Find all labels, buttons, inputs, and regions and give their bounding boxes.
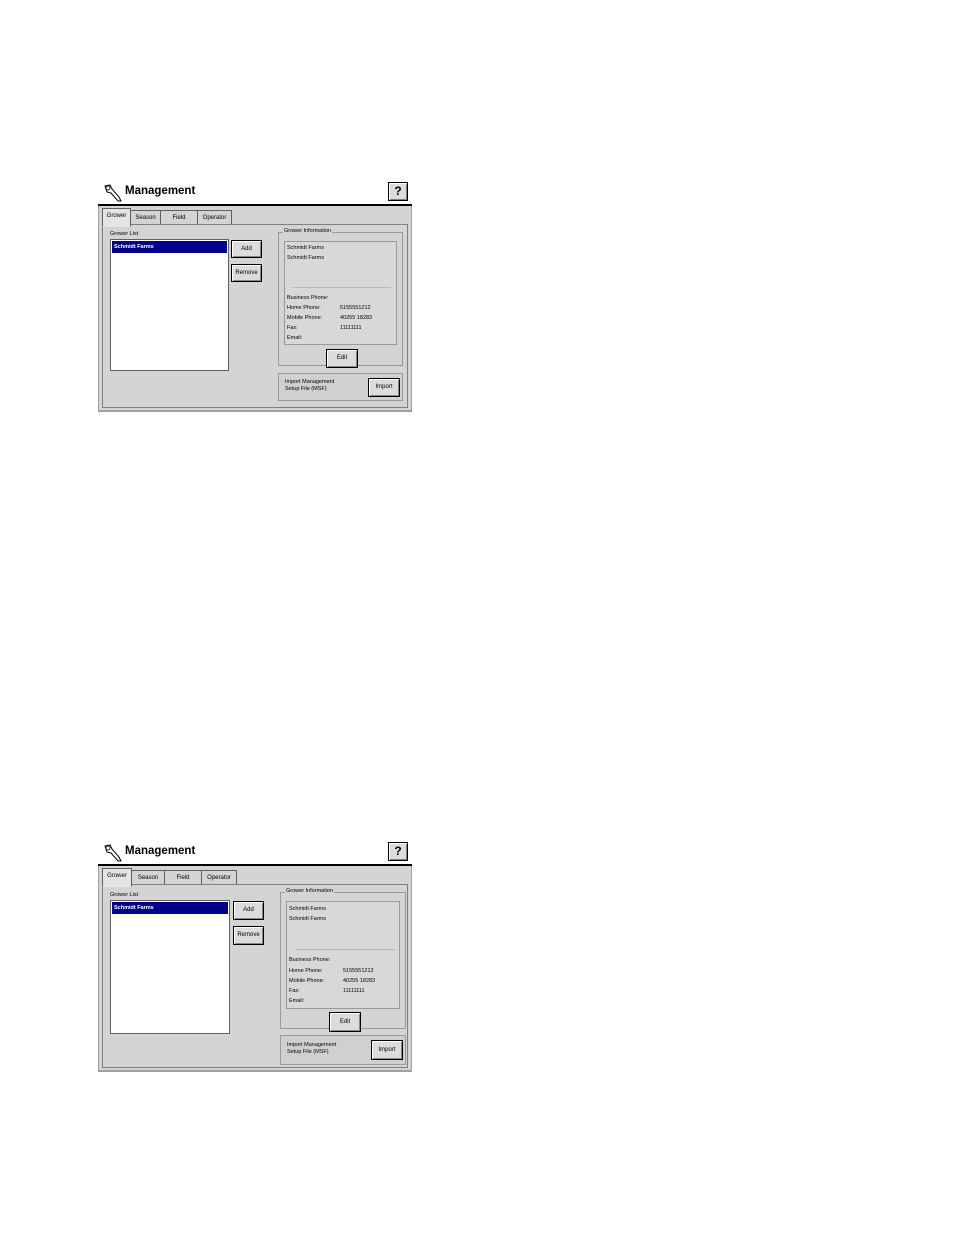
tab-grower[interactable]: Grower [102, 208, 131, 227]
wrench-icon [104, 184, 122, 202]
grower-panel: Grower List Schmidt Farms Add Remove Gro… [102, 224, 408, 408]
mobile-phone-label: Mobile Phone: [289, 978, 325, 984]
list-item[interactable]: Schmidt Farms [112, 902, 228, 914]
info-name-1: Schmidt Farms [287, 245, 324, 251]
grower-information-label: Grower Information [283, 228, 333, 234]
grower-information-label: Grower Information [285, 888, 335, 894]
business-phone-label: Business Phone: [289, 957, 331, 963]
grower-list-label: Grower List [110, 892, 139, 898]
grower-information-group: Grower Information Schmidt Farms Schmidt… [278, 228, 403, 368]
tab-field[interactable]: Field [160, 210, 198, 225]
window-body: Grower Season Field Operator Grower List… [98, 866, 412, 1072]
tab-season[interactable]: Season [130, 210, 161, 225]
info-divider [293, 287, 391, 288]
fax-label: Fax: [289, 988, 300, 994]
grower-list-label: Grower List [110, 231, 139, 237]
info-name-2: Schmidt Farms [289, 916, 326, 922]
home-phone-value: 5155551212 [340, 305, 371, 311]
import-area: Import Management Setup File (MSF) Impor… [280, 1035, 406, 1065]
fax-value: 11111111 [343, 988, 365, 994]
list-item[interactable]: Schmidt Farms [112, 241, 227, 253]
add-button[interactable]: Add [231, 240, 262, 258]
remove-button[interactable]: Remove [233, 926, 264, 945]
business-phone-label: Business Phone: [287, 295, 329, 301]
fax-value: 11111111 [340, 325, 362, 331]
info-name-2: Schmidt Farms [287, 255, 324, 261]
import-text-line-2: Setup File (MSF) [285, 386, 327, 392]
tab-season[interactable]: Season [131, 870, 165, 885]
grower-info-box: Schmidt Farms Schmidt Farms Business Pho… [286, 901, 400, 1009]
import-text-line-1: Import Management [287, 1042, 337, 1048]
grower-information-group: Grower Information Schmidt Farms Schmidt… [280, 888, 406, 1032]
home-phone-value: 5155551212 [343, 968, 374, 974]
tab-grower[interactable]: Grower [102, 868, 132, 887]
edit-button[interactable]: Edit [326, 349, 358, 368]
mobile-phone-value: 40255 18283 [343, 978, 376, 984]
title-bar: Management ? [98, 840, 412, 865]
wrench-icon [104, 844, 122, 862]
import-area: Import Management Setup File (MSF) Impor… [278, 373, 403, 401]
mobile-phone-value: 40255 18283 [340, 315, 373, 321]
fax-label: Fax: [287, 325, 298, 331]
management-screen-1: Management ? Grower Season Field Operato… [98, 180, 412, 412]
import-text-line-2: Setup File (MSF) [287, 1049, 329, 1055]
home-phone-label: Home Phone: [289, 968, 323, 974]
add-button[interactable]: Add [233, 901, 264, 920]
grower-listbox[interactable]: Schmidt Farms [110, 239, 229, 371]
help-button[interactable]: ? [388, 182, 408, 201]
management-screen-2: Management ? Grower Season Field Operato… [98, 840, 412, 1072]
tab-operator[interactable]: Operator [201, 870, 237, 885]
page-title: Management [125, 185, 196, 197]
title-bar: Management ? [98, 180, 412, 205]
grower-listbox[interactable]: Schmidt Farms [110, 900, 230, 1034]
tab-field[interactable]: Field [164, 870, 202, 885]
info-divider [295, 949, 395, 950]
edit-button[interactable]: Edit [329, 1012, 361, 1032]
import-text-line-1: Import Management [285, 379, 335, 385]
tab-operator[interactable]: Operator [197, 210, 232, 225]
grower-info-box: Schmidt Farms Schmidt Farms Business Pho… [284, 241, 397, 345]
email-label: Email: [287, 335, 303, 341]
import-button[interactable]: Import [368, 378, 400, 397]
email-label: Email: [289, 998, 305, 1004]
window-body: Grower Season Field Operator Grower List… [98, 206, 412, 412]
mobile-phone-label: Mobile Phone: [287, 315, 323, 321]
home-phone-label: Home Phone: [287, 305, 321, 311]
page-title: Management [125, 845, 196, 857]
grower-panel: Grower List Schmidt Farms Add Remove Gro… [102, 884, 408, 1068]
help-button[interactable]: ? [388, 842, 408, 861]
remove-button[interactable]: Remove [231, 264, 262, 282]
import-button[interactable]: Import [371, 1040, 403, 1060]
info-name-1: Schmidt Farms [289, 906, 326, 912]
